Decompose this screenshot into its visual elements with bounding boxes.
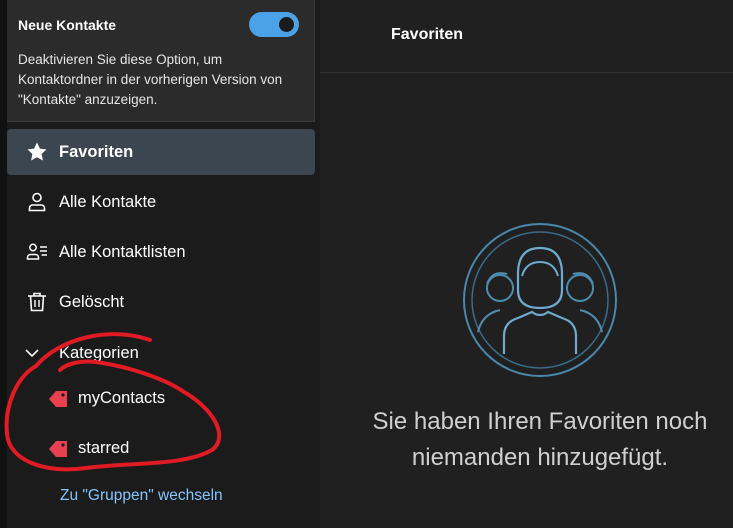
contact-list-icon bbox=[26, 243, 47, 260]
nav-item-alle-kontakte[interactable]: Alle Kontakte bbox=[7, 179, 315, 225]
category-item-starred[interactable]: starred bbox=[7, 425, 315, 471]
category-item-mycontacts[interactable]: myContacts bbox=[7, 375, 315, 421]
person-icon bbox=[28, 192, 46, 212]
categories-header[interactable]: Kategorien bbox=[7, 330, 315, 376]
category-label-mycontacts: myContacts bbox=[78, 389, 166, 407]
tag-icon bbox=[49, 391, 67, 407]
empty-state-message: Sie haben Ihren Favoriten noch niemanden… bbox=[372, 408, 708, 471]
nav-item-alle-kontaktlisten[interactable]: Alle Kontaktlisten bbox=[7, 229, 315, 275]
star-icon bbox=[27, 142, 47, 161]
nav-label-geloescht: Gelöscht bbox=[59, 292, 125, 311]
category-label-starred: starred bbox=[78, 439, 130, 457]
left-strip bbox=[0, 0, 7, 528]
empty-favorites-illustration bbox=[463, 223, 617, 377]
trash-icon bbox=[28, 292, 46, 312]
page-title: Favoriten bbox=[391, 26, 464, 43]
tag-icon bbox=[49, 441, 67, 457]
categories-label: Kategorien bbox=[59, 344, 139, 362]
toggle-knob bbox=[279, 17, 294, 32]
new-contacts-toggle-card: Neue Kontakte Deaktivieren Sie diese Opt… bbox=[7, 0, 315, 122]
nav-item-geloescht[interactable]: Gelöscht bbox=[7, 279, 315, 325]
toggle-title: Neue Kontakte bbox=[18, 17, 117, 33]
new-contacts-toggle[interactable] bbox=[249, 12, 299, 37]
nav-label-alle-kontakte: Alle Kontakte bbox=[59, 192, 157, 211]
main-header: Favoriten bbox=[320, 0, 733, 73]
nav-label-favoriten: Favoriten bbox=[59, 142, 134, 161]
chevron-down-icon bbox=[25, 349, 39, 358]
nav-item-favoriten[interactable]: Favoriten bbox=[7, 129, 315, 175]
switch-to-groups-link[interactable]: Zu "Gruppen" wechseln bbox=[60, 487, 223, 505]
toggle-description: Deaktivieren Sie diese Option, um Kontak… bbox=[18, 52, 283, 107]
nav-label-alle-kontaktlisten: Alle Kontaktlisten bbox=[59, 242, 186, 261]
